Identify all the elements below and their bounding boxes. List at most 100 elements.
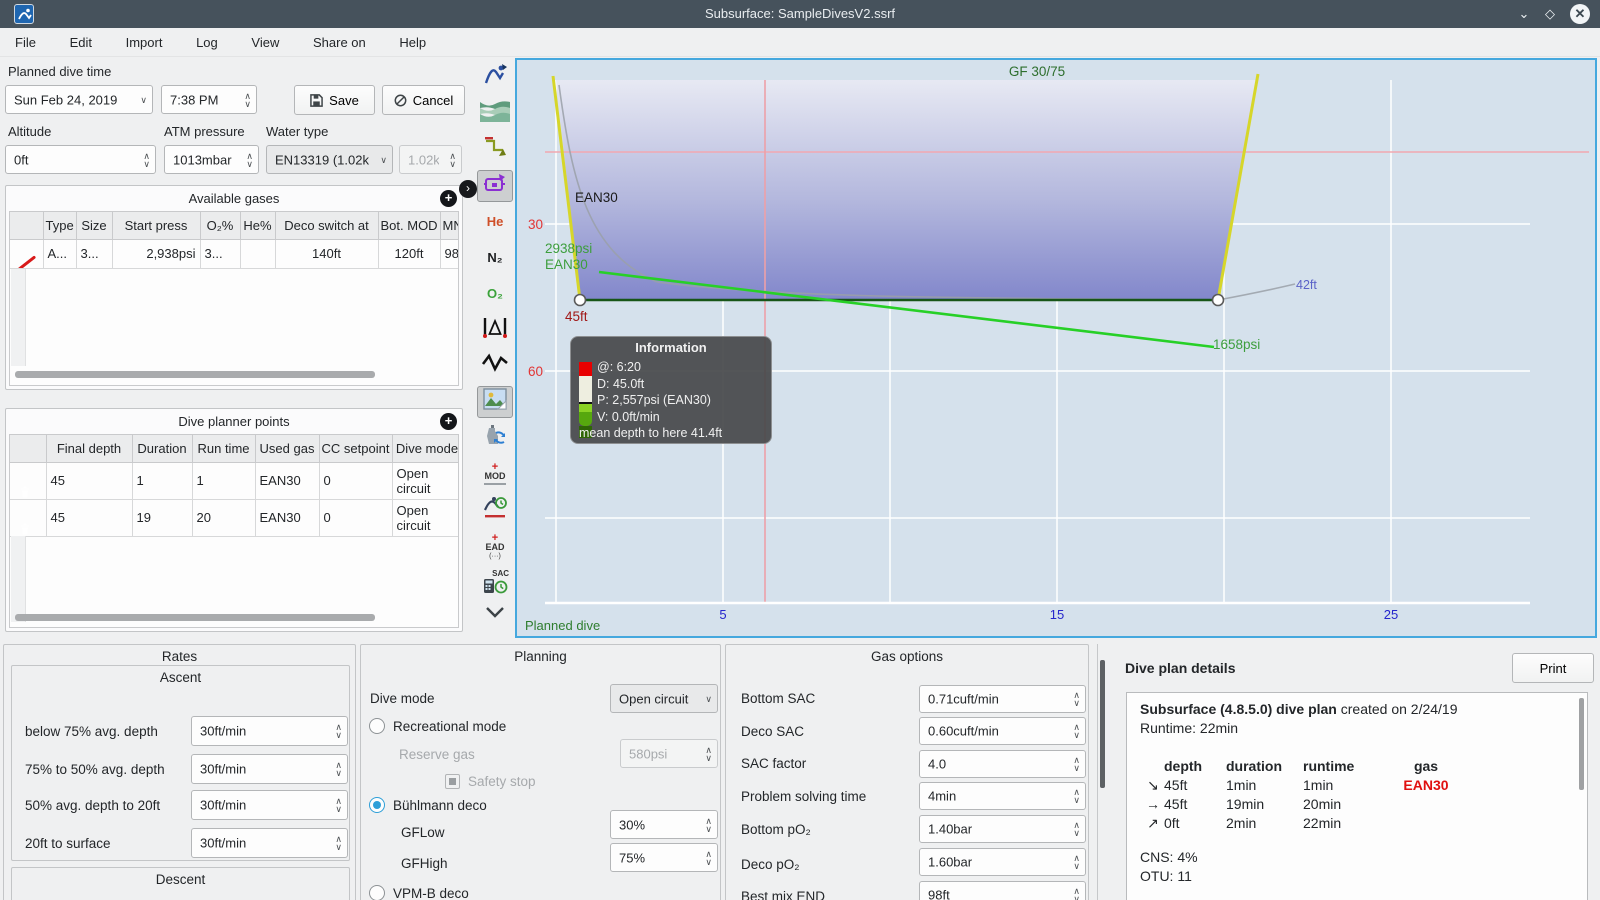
print-button[interactable]: Print bbox=[1512, 653, 1594, 683]
spin-arrows-icon[interactable]: ∧ ∨ bbox=[143, 151, 150, 168]
tooltip-speed: V: 0.0ft/min bbox=[597, 409, 660, 424]
maximize-icon[interactable]: ◇ bbox=[1540, 4, 1560, 24]
dive-plan-details-box[interactable]: Subsurface (4.8.5.0) dive plan created o… bbox=[1126, 692, 1588, 900]
best-mix-end-stepper[interactable]: 98ft ∧ ∨ bbox=[919, 881, 1086, 900]
water-density-stepper: 1.02k ∧ ∨ bbox=[399, 145, 462, 174]
menu-view[interactable]: View bbox=[236, 28, 294, 57]
details-text-scrollbar[interactable] bbox=[1579, 698, 1584, 790]
chevron-down-icon: ∨ bbox=[705, 693, 712, 704]
sac-factor-stepper[interactable]: 4.0 ∧ ∨ bbox=[919, 750, 1086, 778]
cancel-button[interactable]: Cancel bbox=[382, 85, 465, 115]
dive-date-select[interactable]: Sun Feb 24, 2019 ∨ bbox=[5, 85, 153, 114]
altitude-stepper[interactable]: 0ft ∧ ∨ bbox=[5, 145, 156, 174]
table-header-row: Final depth Duration Run time Used gas C… bbox=[10, 435, 458, 463]
menu-edit[interactable]: Edit bbox=[55, 28, 107, 57]
rate-label: 50% avg. depth to 20ft bbox=[25, 798, 161, 813]
toolbar-scroll-down-icon[interactable] bbox=[477, 604, 513, 636]
dive-mode-select[interactable]: Open circuit ∨ bbox=[610, 684, 718, 713]
heart-rate-icon[interactable] bbox=[477, 350, 513, 382]
vpmb-deco-radio[interactable] bbox=[369, 885, 385, 900]
waypoint-handle[interactable] bbox=[573, 293, 587, 307]
atm-pressure-stepper[interactable]: 1013mbar ∧ ∨ bbox=[164, 145, 259, 174]
table-row[interactable]: 45 19 20 EAN30 0 Open circuit bbox=[10, 498, 458, 537]
deco-sac-stepper[interactable]: 0.60cuft/min ∧ ∨ bbox=[919, 717, 1086, 745]
col-run-time[interactable]: Run time bbox=[191, 435, 256, 463]
col-final-depth[interactable]: Final depth bbox=[45, 435, 133, 463]
bottom-po2-label: Bottom pO₂ bbox=[741, 822, 811, 837]
phe-graph-icon[interactable]: He bbox=[477, 206, 513, 238]
menu-log[interactable]: Log bbox=[181, 28, 233, 57]
col-duration[interactable]: Duration bbox=[131, 435, 193, 463]
col-dive-mode[interactable]: Dive mode bbox=[391, 435, 458, 463]
add-point-button[interactable]: + bbox=[440, 413, 457, 430]
descent-arrow-icon: ↘ bbox=[1147, 777, 1159, 793]
waypoint-handle[interactable] bbox=[1211, 293, 1225, 307]
dive-time-stepper[interactable]: 7:38 PM ∧ ∨ bbox=[161, 85, 257, 114]
ascent-rate-stepper[interactable]: 30ft/min ∧ ∨ bbox=[191, 754, 348, 784]
buhlmann-deco-radio[interactable] bbox=[369, 797, 385, 813]
col-bot-mod[interactable]: Bot. MOD bbox=[377, 212, 441, 240]
waves-scale-icon[interactable] bbox=[477, 98, 513, 130]
details-panel-scrollbar[interactable] bbox=[1100, 660, 1105, 788]
safety-stop-label: Safety stop bbox=[468, 774, 536, 789]
gflow-stepper[interactable]: 30% ∧ ∨ bbox=[610, 810, 718, 839]
water-type-select[interactable]: EN13319 (1.02k ∨ bbox=[266, 145, 393, 174]
plan-cns: CNS: 4% bbox=[1140, 849, 1198, 865]
po2-graph-icon[interactable]: O₂ bbox=[477, 278, 513, 310]
col-mnd[interactable]: MND bbox=[439, 212, 458, 240]
deco-po2-stepper[interactable]: 1.60bar ∧ ∨ bbox=[919, 848, 1086, 876]
dc-reported-ceiling-icon[interactable] bbox=[477, 170, 513, 202]
col-he[interactable]: He% bbox=[239, 212, 276, 240]
recreational-mode-radio[interactable] bbox=[369, 718, 385, 734]
gf-label: GF 30/75 bbox=[1009, 64, 1065, 79]
table-row[interactable]: 45 1 1 EAN30 0 Open circuit bbox=[10, 461, 458, 500]
dive-profile-chart[interactable]: GF 30/75 EAN30 30 60 2938psi EAN30 45ft … bbox=[515, 58, 1597, 638]
bottom-po2-stepper[interactable]: 1.40bar ∧ ∨ bbox=[919, 815, 1086, 843]
dive-planner-points-title: Dive planner points bbox=[178, 414, 290, 429]
col-size[interactable]: Size bbox=[75, 212, 113, 240]
ascent-rate-stepper[interactable]: 30ft/min ∧ ∨ bbox=[191, 828, 348, 858]
pn2-graph-icon[interactable]: N₂ bbox=[477, 242, 513, 274]
ruler-icon[interactable] bbox=[477, 314, 513, 346]
col-start-press[interactable]: Start press bbox=[111, 212, 201, 240]
start-pressure-label: 2938psi bbox=[545, 241, 592, 256]
add-gas-button[interactable]: + bbox=[440, 190, 457, 207]
pictures-icon[interactable] bbox=[477, 386, 513, 418]
bottom-sac-stepper[interactable]: 0.71cuft/min ∧ ∨ bbox=[919, 685, 1086, 713]
ascent-rate-stepper[interactable]: 30ft/min ∧ ∨ bbox=[191, 716, 348, 746]
close-icon[interactable]: ✕ bbox=[1570, 4, 1590, 24]
menu-import[interactable]: Import bbox=[111, 28, 178, 57]
profile-settings-icon[interactable] bbox=[477, 62, 513, 94]
menu-help[interactable]: Help bbox=[384, 28, 441, 57]
save-button[interactable]: Save bbox=[294, 85, 375, 115]
ascent-rate-stepper[interactable]: 30ft/min ∧ ∨ bbox=[191, 790, 348, 820]
mod-icon[interactable]: + MOD bbox=[477, 458, 513, 490]
spin-arrows-icon[interactable]: ∧ ∨ bbox=[246, 151, 253, 168]
table-row[interactable]: A... 3... 2,938psi 3... 140ft 120ft 98ft bbox=[10, 238, 458, 269]
atm-pressure-label: ATM pressure bbox=[164, 124, 245, 139]
horizontal-scrollbar[interactable] bbox=[15, 371, 375, 378]
col-cc-setpoint[interactable]: CC setpoint bbox=[318, 435, 393, 463]
ndl-tts-icon[interactable] bbox=[477, 494, 513, 526]
segment-gas-label: EAN30 bbox=[575, 190, 618, 205]
col-used-gas[interactable]: Used gas bbox=[254, 435, 320, 463]
horizontal-scrollbar[interactable] bbox=[15, 614, 375, 621]
recreational-mode-label: Recreational mode bbox=[393, 719, 507, 734]
col-type[interactable]: Type bbox=[42, 212, 77, 240]
spin-arrows-icon[interactable]: ∧ ∨ bbox=[244, 91, 251, 108]
gfhigh-stepper[interactable]: 75% ∧ ∨ bbox=[610, 843, 718, 872]
level-arrow-icon: → bbox=[1146, 796, 1160, 812]
minimize-icon[interactable]: ⌄ bbox=[1514, 4, 1534, 24]
col-deco-switch[interactable]: Deco switch at bbox=[274, 212, 379, 240]
ead-icon[interactable]: + EAD (···) bbox=[477, 530, 513, 562]
sac-rate-icon[interactable]: SAC bbox=[477, 566, 513, 598]
col-o2[interactable]: O₂% bbox=[199, 212, 241, 240]
gas-change-icon[interactable] bbox=[477, 422, 513, 454]
calculated-ceiling-icon[interactable] bbox=[477, 134, 513, 166]
collapse-panel-handle[interactable]: › bbox=[459, 180, 477, 198]
menu-share-on[interactable]: Share on bbox=[298, 28, 381, 57]
reserve-gas-label: Reserve gas bbox=[399, 747, 475, 762]
problem-solving-time-stepper[interactable]: 4min ∧ ∨ bbox=[919, 782, 1086, 810]
menu-file[interactable]: File bbox=[0, 28, 51, 57]
bottom-depth-label: 45ft bbox=[565, 309, 588, 324]
